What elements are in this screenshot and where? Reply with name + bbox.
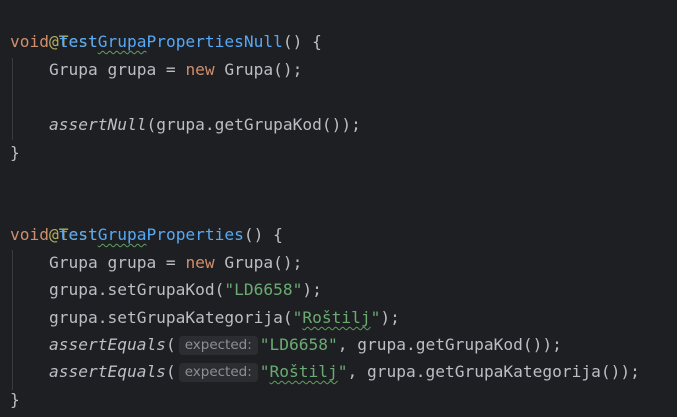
string-expected-kod: "LD6658" [259,335,338,354]
code-line-12: grupa.setGrupaKategorija("Roštilj"); [10,304,400,331]
close-brace: } [10,390,20,409]
code-line-10: Grupa grupa = new Grupa(); [10,249,302,276]
keyword-void: void [10,32,49,51]
signature-end: () { [282,32,322,51]
code-line-15: } [10,386,20,413]
inlay-hint-expected: expected: [178,363,258,382]
code-line-5: assertNull(grupa.getGrupaKod()); [10,111,361,138]
open-paren: ( [165,362,176,381]
decl-tail: Grupa(); [214,60,303,79]
code-editor[interactable]: @Test void testGrupaPropertiesNull() { G… [0,0,677,417]
string-quote-open: " [292,308,303,327]
call-end: ); [380,308,400,327]
assert-equals-call: assertEquals [48,335,166,354]
method-name-suffix: PropertiesNull [146,32,283,51]
assert-null-args: (grupa.getGrupaKod()); [146,115,361,134]
string-quote-open: " [259,362,270,381]
string-kod-value: "LD6658" [224,280,303,299]
code-line-11: grupa.setGrupaKod("LD6658"); [10,276,322,303]
keyword-void: void [10,225,49,244]
code-line-9: void testGrupaProperties() { [10,221,283,248]
call-end: ); [302,280,322,299]
code-line-2: void testGrupaPropertiesNull() { [10,28,322,55]
code-line-8: @Test [10,194,98,244]
assert-eq2-rest: , grupa.getGrupaKategorija()); [347,362,640,381]
signature-end: () { [243,225,283,244]
method-name-prefix: test [58,32,98,51]
method-name-typo-word: Grupa [97,225,147,244]
code-line-6: } [10,139,20,166]
open-paren: ( [165,335,176,354]
code-line-14: assertEquals(expected: "Roštilj", grupa.g… [10,358,640,385]
method-name-typo-word: Grupa [97,32,147,51]
set-kategorija-call: grupa.setGrupaKategorija( [48,308,293,327]
assert-equals-call: assertEquals [48,362,166,381]
assert-eq1-rest: , grupa.getGrupaKod()); [337,335,562,354]
keyword-new: new [185,60,215,79]
set-kod-call: grupa.setGrupaKod( [48,280,225,299]
code-line-1: @Test [10,1,98,51]
decl-tail: Grupa(); [214,253,303,272]
code-line-3: Grupa grupa = new Grupa(); [10,56,302,83]
string-kategorija-word: Roštilj [302,308,371,327]
decl-lead: Grupa grupa = [48,253,186,272]
method-name-suffix: Properties [146,225,244,244]
decl-lead: Grupa grupa = [48,60,186,79]
keyword-new: new [185,253,215,272]
code-line-13: assertEquals(expected: "LD6658", grupa.ge… [10,331,562,358]
inlay-hint-expected: expected: [178,336,258,355]
close-brace: } [10,143,20,162]
string-quote-close: " [370,308,381,327]
assert-null-call: assertNull [48,115,147,134]
string-expected-kategorija-word: Roštilj [269,362,338,381]
method-name-prefix: test [58,225,98,244]
string-quote-close: " [337,362,348,381]
